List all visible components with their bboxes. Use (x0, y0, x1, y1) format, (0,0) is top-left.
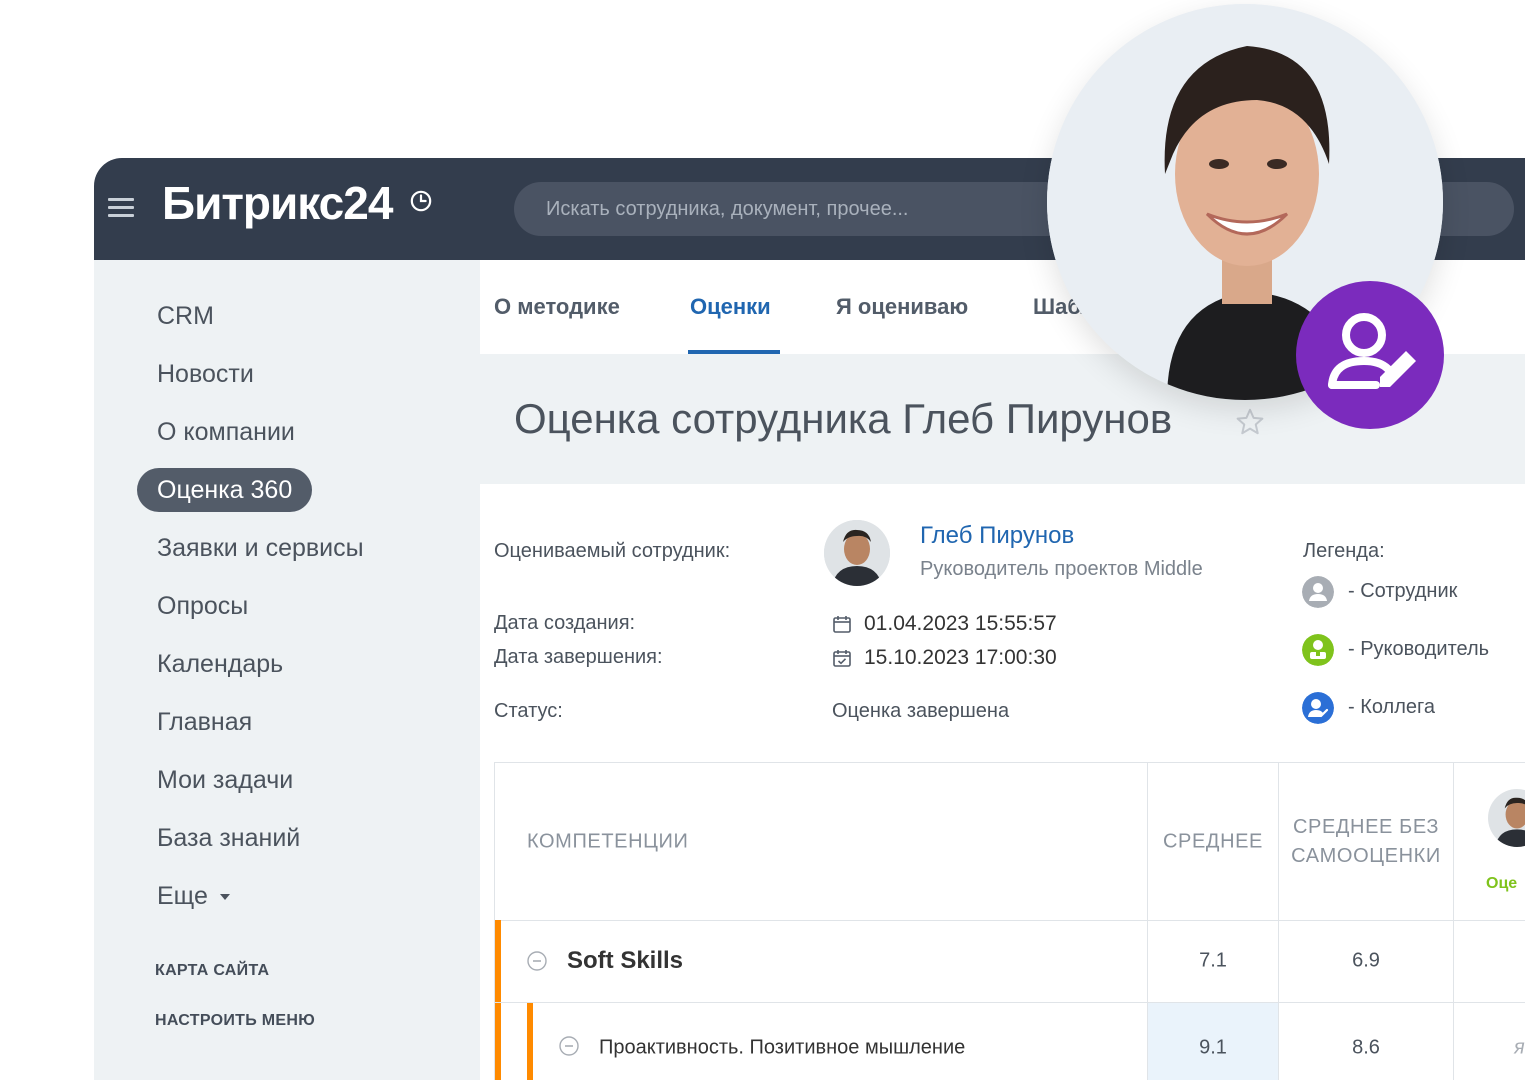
employee-role: Руководитель проектов Middle (920, 558, 1203, 580)
search-placeholder: Искать сотрудника, документ, прочее... (546, 198, 909, 220)
competencies-table: КОМПЕТЕНЦИИ СРЕДНЕЕ СРЕДНЕЕ БЕЗ САМООЦЕН… (494, 762, 1525, 1080)
collapse-icon[interactable] (527, 951, 547, 971)
edit-user-badge[interactable] (1296, 281, 1444, 429)
sidebar-item-crm[interactable]: CRM (137, 294, 234, 338)
competency-assessor-value: я (1514, 1036, 1525, 1059)
colleague-role-icon (1302, 692, 1334, 724)
page-title: Оценка сотрудника Глеб Пирунов (514, 395, 1173, 442)
competency-average: 9.1 (1199, 1036, 1227, 1059)
assessor-avatar[interactable] (1488, 789, 1525, 847)
legend-employee-label: - Сотрудник (1348, 580, 1458, 602)
clock-icon (410, 190, 432, 212)
active-tab-indicator (688, 350, 780, 354)
legend-colleague-label: - Коллега (1348, 696, 1435, 718)
caret-down-icon (219, 894, 230, 901)
header-average-no-self[interactable]: СРЕДНЕЕ БЕЗ САМООЦЕНКИ (1279, 763, 1454, 921)
category-average-no-self: 6.9 (1352, 949, 1380, 972)
assessment-details-panel: Оцениваемый сотрудник: Глеб Пирунов Руко… (480, 484, 1525, 1080)
sitemap-link[interactable]: КАРТА САЙТА (155, 962, 269, 980)
header-average-no-self-label: СРЕДНЕЕ БЕЗ САМООЦЕНКИ (1291, 815, 1441, 867)
calendar-check-icon (833, 650, 851, 667)
header-competencies: КОМПЕТЕНЦИИ (495, 763, 1148, 921)
assessor-avatar-image (1488, 789, 1525, 847)
header-competencies-label: КОМПЕТЕНЦИИ (527, 830, 689, 852)
category-name: Soft Skills (567, 947, 684, 974)
user-edit-icon (1328, 313, 1416, 389)
competency-average-no-self: 8.6 (1352, 1036, 1380, 1059)
assessor-status-label: Оце (1486, 875, 1518, 892)
employee-role-icon (1302, 576, 1334, 608)
table-row-competency[interactable]: Проактивность. Позитивное мышление 9.1 8… (495, 1003, 1525, 1080)
competency-name-cell: Проактивность. Позитивное мышление (495, 1003, 1148, 1080)
legend-manager-label: - Руководитель (1348, 638, 1490, 660)
menu-icon[interactable] (108, 198, 134, 220)
status-label: Статус: (494, 700, 563, 722)
sidebar: CRM Новости О компании Оценка 360 Заявки… (94, 260, 480, 1080)
created-date-value: 01.04.2023 15:55:57 (864, 612, 1057, 635)
configure-menu-link[interactable]: НАСТРОИТЬ МЕНЮ (155, 1012, 315, 1030)
finished-date-value: 15.10.2023 17:00:30 (864, 646, 1057, 669)
employee-name-link[interactable]: Глеб Пирунов (920, 522, 1074, 550)
sidebar-item-requests[interactable]: Заявки и сервисы (137, 526, 384, 570)
sidebar-item-home[interactable]: Главная (137, 700, 272, 744)
created-date-label: Дата создания: (494, 612, 636, 634)
category-name-cell: Soft Skills (495, 920, 1148, 1002)
finished-date-label: Дата завершения: (494, 646, 663, 668)
tab-assessments[interactable]: Оценки (690, 294, 771, 320)
header-average[interactable]: СРЕДНЕЕ (1148, 763, 1279, 921)
category-average-no-self-cell: 6.9 (1279, 920, 1454, 1002)
table-row-category[interactable]: Soft Skills 7.1 6.9 (495, 920, 1525, 1003)
manager-role-icon (1302, 634, 1334, 666)
sidebar-item-calendar[interactable]: Календарь (137, 642, 303, 686)
employee-avatar-image (824, 520, 890, 586)
sidebar-item-my-tasks[interactable]: Мои задачи (137, 758, 313, 802)
competency-average-cell: 9.1 (1148, 1003, 1279, 1080)
sidebar-item-more[interactable]: Еще (137, 874, 250, 918)
sidebar-item-news[interactable]: Новости (137, 352, 274, 396)
sidebar-item-surveys[interactable]: Опросы (137, 584, 268, 628)
legend-title: Легенда: (1303, 540, 1385, 562)
competency-average-no-self-cell: 8.6 (1279, 1003, 1454, 1080)
sidebar-item-knowledge-base[interactable]: База знаний (137, 816, 320, 860)
tab-methodology[interactable]: О методике (494, 294, 620, 320)
competency-assessor-cell: я (1454, 1003, 1525, 1080)
category-average: 7.1 (1199, 949, 1227, 972)
status-value: Оценка завершена (832, 700, 1010, 722)
sidebar-item-company[interactable]: О компании (137, 410, 315, 454)
calendar-icon (833, 616, 851, 633)
employee-label: Оцениваемый сотрудник: (494, 540, 731, 562)
category-average-cell: 7.1 (1148, 920, 1279, 1002)
sidebar-item-assessment-360[interactable]: Оценка 360 (137, 468, 313, 512)
header-assessor: Оце (1454, 763, 1525, 921)
star-icon[interactable] (1234, 406, 1266, 438)
app-logo[interactable]: Битрикс24 (162, 176, 393, 230)
employee-avatar[interactable] (824, 520, 890, 586)
collapse-icon[interactable] (559, 1036, 579, 1056)
sidebar-item-more-label: Еще (157, 882, 208, 910)
tab-i-assess[interactable]: Я оцениваю (836, 294, 968, 320)
competency-name: Проактивность. Позитивное мышление (599, 1036, 966, 1059)
header-average-label: СРЕДНЕЕ (1163, 830, 1263, 852)
